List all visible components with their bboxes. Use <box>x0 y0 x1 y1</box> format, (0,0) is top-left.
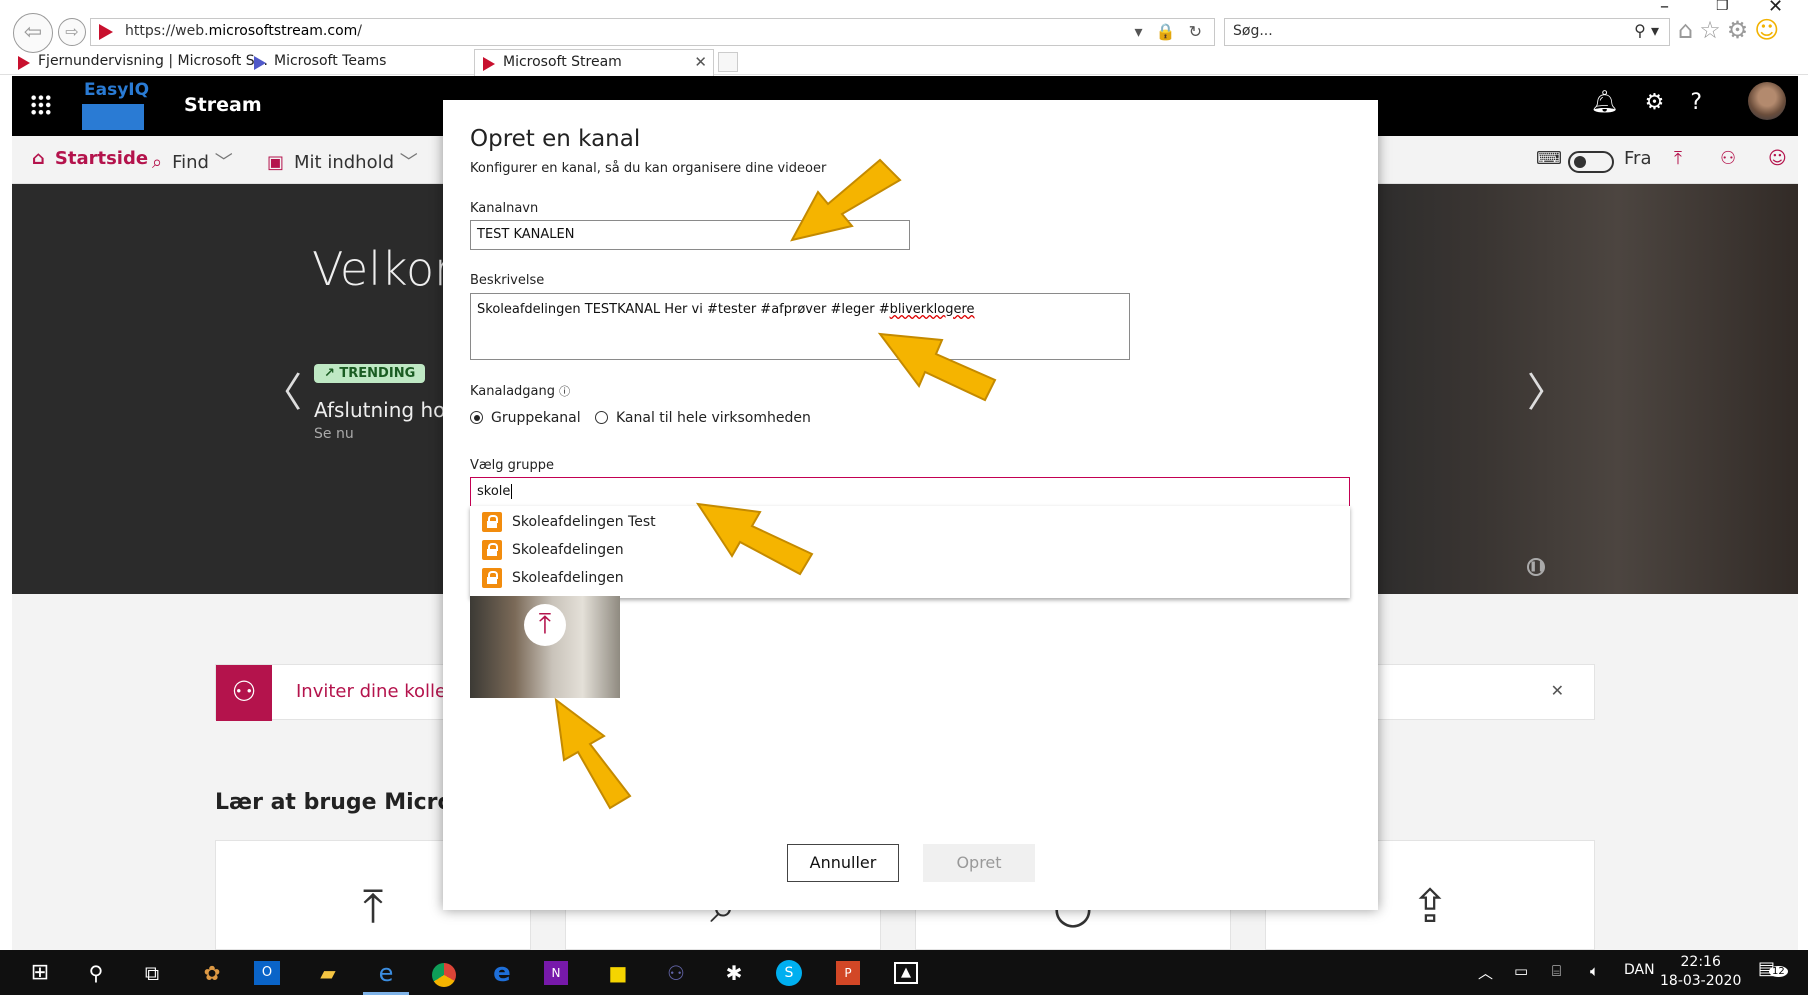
tray-chevron-icon[interactable]: ︿ <box>1478 962 1493 983</box>
arrow-name-annotation <box>790 158 902 242</box>
notification-count-badge: 12 <box>1769 966 1788 977</box>
windows-start-icon[interactable]: ⊞ <box>24 957 56 989</box>
arrow-group-annotation <box>695 502 814 576</box>
search-icon[interactable]: ⚲ <box>80 957 112 989</box>
photos-icon[interactable]: ▲ <box>894 962 918 984</box>
file-explorer-icon[interactable]: ▰ <box>312 957 344 989</box>
powerpoint-icon[interactable]: P <box>836 961 860 985</box>
arrow-thumbnail-annotation <box>554 697 632 810</box>
battery-icon[interactable]: ▭ <box>1514 962 1528 980</box>
network-icon[interactable]: ⌸ <box>1552 962 1561 980</box>
annotation-arrows <box>554 158 997 810</box>
onenote-icon[interactable]: N <box>544 961 568 985</box>
language-indicator[interactable]: DAN <box>1624 962 1655 978</box>
clock-time: 22:16 <box>1680 954 1721 970</box>
outlook-icon[interactable]: O <box>254 961 280 985</box>
paint-icon[interactable]: ✿ <box>196 957 228 989</box>
action-center-icon[interactable]: ▤12 <box>1758 958 1788 979</box>
clock[interactable]: 22:16 18-03-2020 <box>1660 953 1741 991</box>
clock-date: 18-03-2020 <box>1660 973 1742 989</box>
bluetooth-icon[interactable]: ✱ <box>718 957 750 989</box>
internet-explorer-icon[interactable]: e <box>370 957 402 989</box>
windows-taskbar: ⊞ ⚲ ⧉ ✿ O ▰ e e N ■ ⚇ ✱ S P ▲ ︿ ▭ ⌸ 🔈︎ D… <box>0 950 1808 995</box>
edge-icon[interactable]: e <box>486 957 518 989</box>
sticky-notes-icon[interactable]: ■ <box>602 957 634 989</box>
volume-icon[interactable]: 🔈︎ <box>1590 962 1599 980</box>
chrome-icon[interactable] <box>428 957 460 989</box>
teams-icon[interactable]: ⚇ <box>660 957 692 989</box>
task-view-icon[interactable]: ⧉ <box>136 957 168 989</box>
arrow-description-annotation <box>877 332 997 402</box>
skype-icon[interactable]: S <box>776 960 802 986</box>
